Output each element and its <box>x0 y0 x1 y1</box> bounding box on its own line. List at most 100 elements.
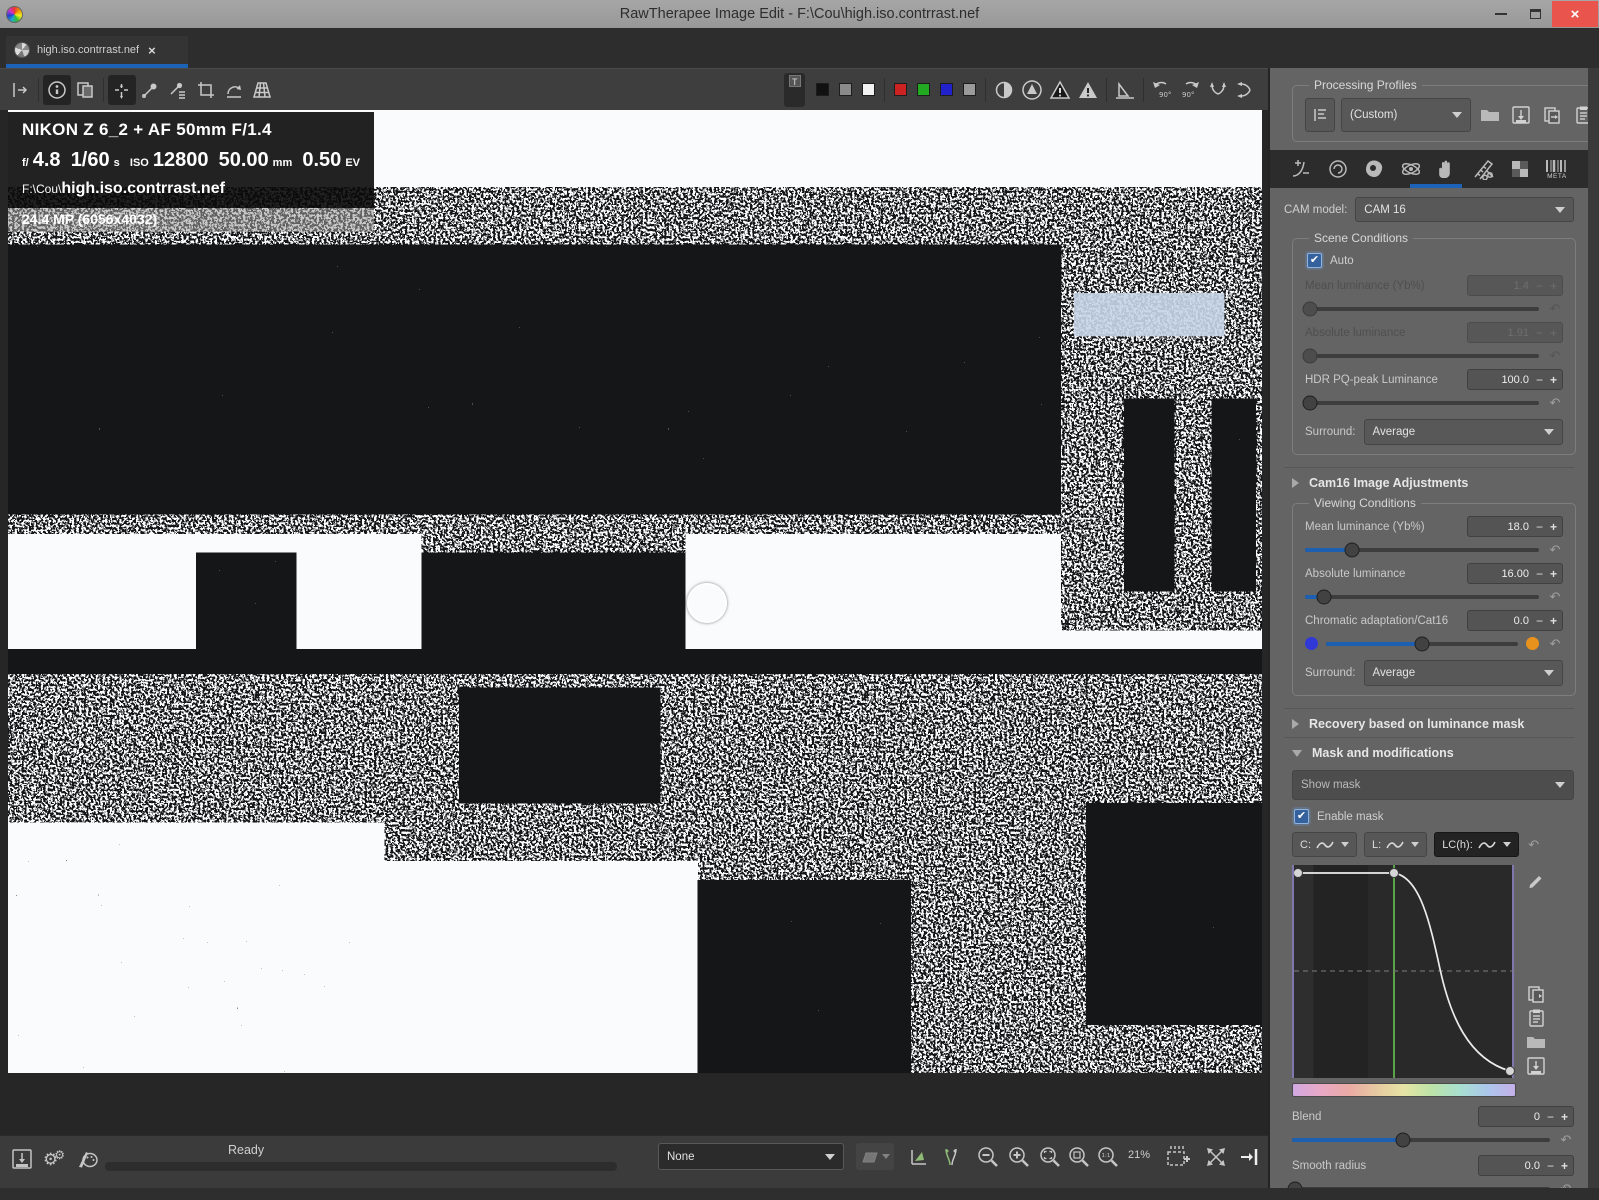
chromatic-adaptation-spin[interactable]: 0.0 − + <box>1467 610 1563 631</box>
background-color-selector[interactable]: T <box>784 73 805 107</box>
zoom-100-icon[interactable]: 1:1 <box>1095 1144 1121 1170</box>
tab-advanced[interactable] <box>1396 152 1426 186</box>
copy-profile-icon[interactable] <box>1539 101 1564 129</box>
scene-surround-select[interactable]: Average <box>1364 419 1563 445</box>
luminance-swatch[interactable] <box>963 83 976 96</box>
plus-icon[interactable]: + <box>1550 615 1557 627</box>
straighten-tool-icon[interactable] <box>220 75 248 105</box>
plus-icon[interactable]: + <box>1550 374 1557 386</box>
dock-right-toggle-icon[interactable] <box>1236 1144 1262 1170</box>
reset-icon[interactable]: ↶ <box>1558 1133 1574 1146</box>
scene-absolute-luminance-spin[interactable]: 1.91 − + <box>1467 322 1563 343</box>
reset-icon[interactable]: ↶ <box>1547 396 1563 409</box>
zoom-fit-crop-icon[interactable] <box>1066 1144 1092 1170</box>
minus-icon[interactable]: − <box>1536 615 1543 627</box>
plus-icon[interactable]: + <box>1550 280 1557 292</box>
flip-vertical-icon[interactable] <box>1204 75 1232 105</box>
batch-queue-icon[interactable]: ⚙⚙ <box>40 1144 68 1174</box>
sharpening-mask-icon[interactable] <box>1111 75 1139 105</box>
blend-spin[interactable]: 0 − + <box>1478 1106 1574 1127</box>
smooth-radius-spin[interactable]: 0.0 − + <box>1478 1155 1574 1176</box>
perspective-tool-icon[interactable] <box>248 75 276 105</box>
dock-left-toggle-icon[interactable] <box>6 75 34 105</box>
shadow-clipping-icon[interactable] <box>1046 75 1074 105</box>
bg-white-swatch[interactable] <box>862 83 875 96</box>
bg-black-swatch[interactable] <box>816 83 829 96</box>
tab-close-icon[interactable]: × <box>148 43 156 58</box>
minus-icon[interactable]: − <box>1547 1111 1554 1123</box>
profile-fill-mode-button[interactable] <box>1305 98 1335 132</box>
tab-selective-editing[interactable] <box>1432 152 1462 186</box>
viewing-surround-select[interactable]: Average <box>1364 660 1563 686</box>
l-curve-button[interactable]: L: <box>1364 832 1427 857</box>
viewing-absolute-luminance-spin[interactable]: 16.00 − + <box>1467 563 1563 584</box>
shadow-preview-icon[interactable] <box>990 75 1018 105</box>
copy-curve-icon[interactable] <box>1523 982 1548 1006</box>
minus-icon[interactable]: − <box>1536 521 1543 533</box>
rotate-left-90-icon[interactable]: 90° <box>1148 75 1176 105</box>
edit-curve-pencil-icon[interactable] <box>1523 867 1548 891</box>
viewing-mean-luminance-slider[interactable] <box>1305 548 1539 552</box>
plus-icon[interactable]: + <box>1561 1160 1568 1172</box>
new-crop-window-icon[interactable] <box>1165 1144 1191 1170</box>
plus-icon[interactable]: + <box>1550 327 1557 339</box>
quick-profile-button[interactable] <box>856 1143 894 1170</box>
zoom-out-icon[interactable] <box>975 1144 1001 1170</box>
tab-raw[interactable] <box>1505 152 1535 186</box>
reset-icon[interactable]: ↶ <box>1526 838 1542 851</box>
reset-icon[interactable]: ↶ <box>1547 590 1563 603</box>
c-curve-button[interactable]: C: <box>1292 832 1357 857</box>
info-icon[interactable] <box>43 75 71 105</box>
image-tab[interactable]: high.iso.contrrast.nef × <box>6 36 188 64</box>
blend-slider[interactable] <box>1292 1138 1550 1142</box>
flip-horizontal-icon[interactable] <box>1232 75 1260 105</box>
load-curve-icon[interactable] <box>1523 1030 1548 1054</box>
profile-select[interactable]: (Custom) <box>1341 98 1471 132</box>
tab-transform[interactable] <box>1469 152 1499 186</box>
color-picker-icon[interactable] <box>136 75 164 105</box>
scene-mean-luminance-spin[interactable]: 1.4 − + <box>1467 275 1563 296</box>
zoom-in-icon[interactable] <box>1006 1144 1032 1170</box>
recovery-expander[interactable]: Recovery based on luminance mask <box>1284 708 1574 737</box>
pan-tool-icon[interactable] <box>108 75 136 105</box>
load-profile-icon[interactable] <box>1477 101 1502 129</box>
minus-icon[interactable]: − <box>1536 280 1543 292</box>
before-after-icon[interactable] <box>71 75 99 105</box>
red-channel-swatch[interactable] <box>894 83 907 96</box>
image-preview[interactable]: NIKON Z 6_2 + AF 50mm F/1.4 f/4.8 1/60s … <box>8 110 1262 1073</box>
paste-curve-icon[interactable] <box>1523 1006 1548 1030</box>
highlight-clipping-icon[interactable] <box>1074 75 1102 105</box>
minus-icon[interactable]: − <box>1547 1160 1554 1172</box>
send-to-editor-icon[interactable] <box>74 1144 102 1174</box>
cam16-adjustments-expander[interactable]: Cam16 Image Adjustments <box>1284 467 1574 496</box>
lch-curve-button[interactable]: LC(h): <box>1434 832 1519 857</box>
focus-mask-icon[interactable] <box>1018 75 1046 105</box>
minus-icon[interactable]: − <box>1536 374 1543 386</box>
paste-profile-icon[interactable] <box>1570 101 1588 129</box>
cam-model-select[interactable]: CAM 16 <box>1355 197 1574 222</box>
viewing-mean-luminance-spin[interactable]: 18.0 − + <box>1467 516 1563 537</box>
save-curve-icon[interactable] <box>1523 1054 1548 1078</box>
white-balance-picker-icon[interactable] <box>164 75 192 105</box>
minus-icon[interactable]: − <box>1536 327 1543 339</box>
tab-detail[interactable] <box>1323 152 1353 186</box>
auto-checkbox[interactable]: ✔ <box>1307 253 1322 268</box>
fullscreen-icon[interactable] <box>1203 1144 1229 1170</box>
tab-exposure[interactable] <box>1286 152 1316 186</box>
reset-icon[interactable]: ↶ <box>1547 543 1563 556</box>
rotate-right-90-icon[interactable]: 90° <box>1176 75 1204 105</box>
zoom-fit-icon[interactable] <box>1037 1144 1063 1170</box>
tab-metadata[interactable]: META <box>1542 152 1572 186</box>
chromatic-adaptation-slider[interactable] <box>1326 642 1518 646</box>
blue-channel-swatch[interactable] <box>940 83 953 96</box>
hdr-pq-peak-spin[interactable]: 100.0 − + <box>1467 369 1563 390</box>
minus-icon[interactable]: − <box>1536 568 1543 580</box>
plus-icon[interactable]: + <box>1561 1111 1568 1123</box>
scene-absolute-luminance-slider[interactable] <box>1305 354 1539 358</box>
bg-gray-swatch[interactable] <box>839 83 852 96</box>
plus-icon[interactable]: + <box>1550 568 1557 580</box>
panel-scrollbar[interactable] <box>1588 68 1599 1188</box>
crop-tool-icon[interactable] <box>192 75 220 105</box>
lch-curve-editor[interactable] <box>1292 865 1514 1078</box>
reset-icon[interactable]: ↶ <box>1547 302 1563 315</box>
